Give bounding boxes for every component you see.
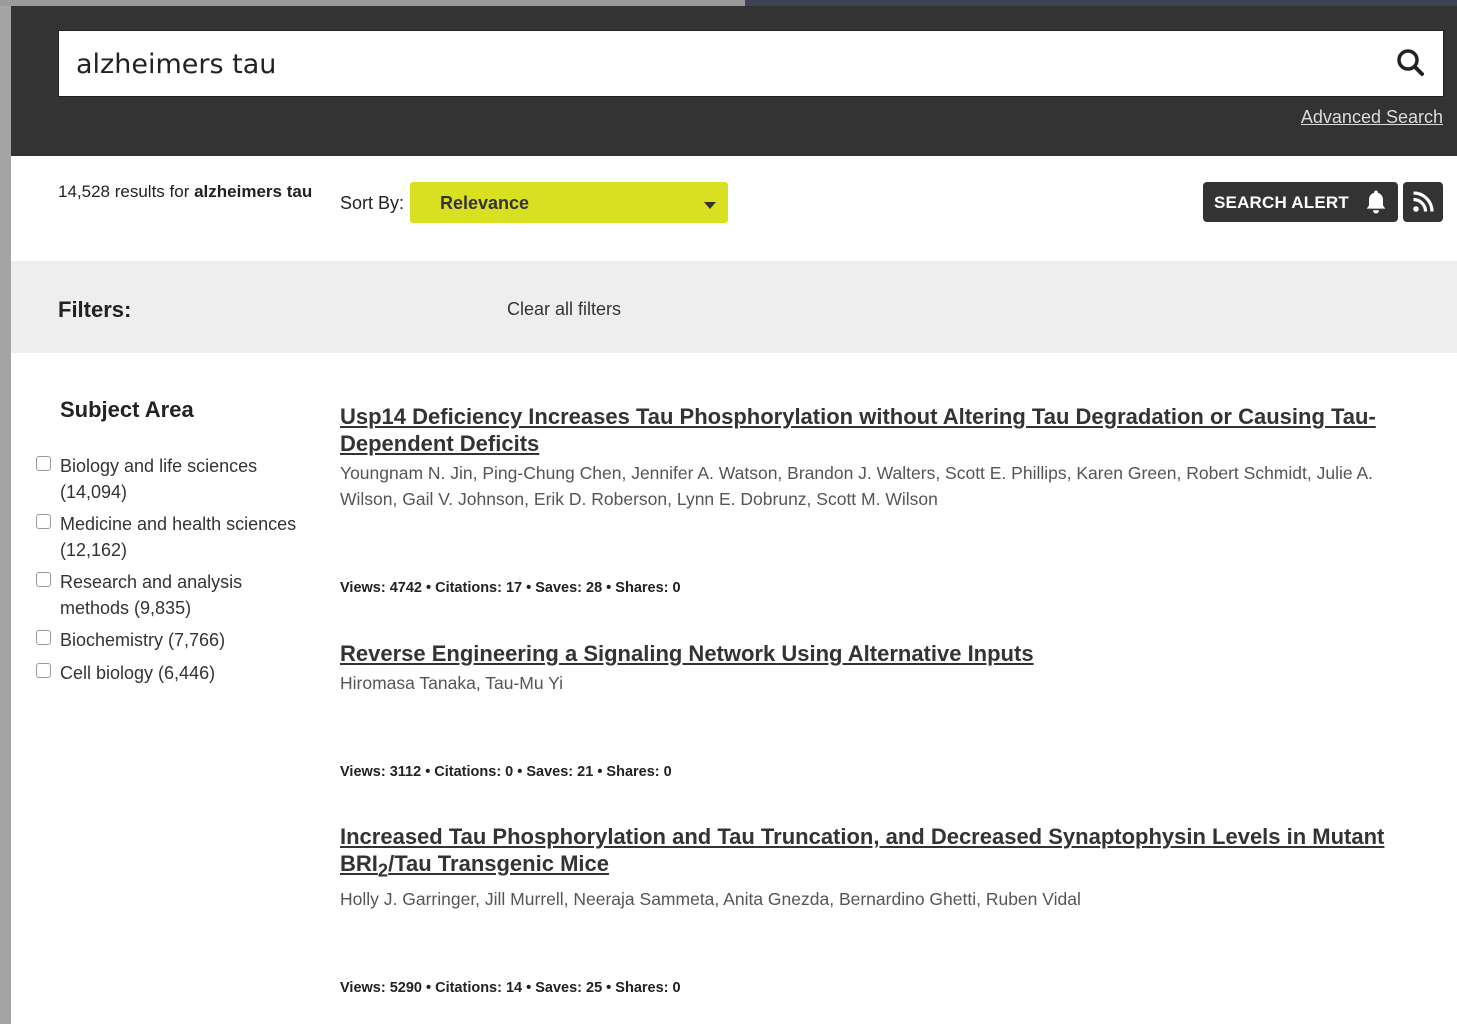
subject-area-sidebar: Subject Area Biology and life sciences (… <box>11 353 321 1024</box>
rss-button[interactable] <box>1403 182 1443 222</box>
search-alert-button[interactable]: SEARCH ALERT <box>1203 182 1398 222</box>
results-count: 14,528 results for alzheimers tau <box>58 182 312 202</box>
facet-checkbox[interactable] <box>36 456 51 471</box>
search-header: Advanced Search <box>11 6 1457 156</box>
facet-checkbox[interactable] <box>36 514 51 529</box>
rss-icon <box>1413 191 1434 212</box>
bell-icon <box>1366 190 1386 214</box>
facet-checkbox[interactable] <box>36 663 51 678</box>
result-stats: Views: 3112 • Citations: 0 • Saves: 21 •… <box>340 764 672 780</box>
result-authors: Youngnam N. Jin, Ping-Chung Chen, Jennif… <box>340 463 1374 509</box>
search-box <box>58 30 1444 97</box>
facet-label: Medicine and health sciences (12,162) <box>60 514 297 560</box>
result-title-link[interactable]: Usp14 Deficiency Increases Tau Phosphory… <box>340 403 1430 457</box>
facet-label: Research and analysis methods (9,835) <box>60 572 243 618</box>
facet-checkbox[interactable] <box>36 572 51 587</box>
result-stats: Views: 5290 • Citations: 14 • Saves: 25 … <box>340 980 681 996</box>
result-title-link[interactable]: Reverse Engineering a Signaling Network … <box>340 640 1430 667</box>
results-count-suffix: results for <box>110 182 195 201</box>
filters-bar: Filters: Clear all filters <box>11 261 1457 353</box>
left-gutter <box>0 6 11 1024</box>
search-input[interactable] <box>76 45 1376 83</box>
result-stats: Views: 4742 • Citations: 17 • Saves: 28 … <box>340 580 681 596</box>
result-title-text-end: /Tau Transgenic Mice <box>388 851 609 876</box>
sort-label: Sort By: <box>340 193 405 213</box>
facet-checkbox[interactable] <box>36 630 51 645</box>
advanced-search-link[interactable]: Advanced Search <box>1301 107 1443 128</box>
result-authors: Hiromasa Tanaka, Tau-Mu Yi <box>340 673 564 693</box>
result-item: Reverse Engineering a Signaling Network … <box>340 640 1430 780</box>
search-results-page: Advanced Search 14,528 results for alzhe… <box>11 6 1457 1024</box>
search-alert-label: SEARCH ALERT <box>1214 193 1349 212</box>
sort-dropdown[interactable]: Relevance <box>410 182 728 223</box>
result-item: Usp14 Deficiency Increases Tau Phosphory… <box>340 403 1430 596</box>
search-button[interactable] <box>1393 45 1429 81</box>
facet-label: Biochemistry (7,766) <box>60 630 226 650</box>
subject-area-title: Subject Area <box>60 397 194 422</box>
filters-label: Filters: <box>58 297 132 322</box>
facet-label: Cell biology (6,446) <box>60 663 216 683</box>
clear-all-filters-link[interactable]: Clear all filters <box>507 299 621 320</box>
results-count-query: alzheimers tau <box>194 182 313 201</box>
results-toolbar: 14,528 results for alzheimers tau Sort B… <box>11 156 1457 261</box>
result-item: Increased Tau Phosphorylation and Tau Tr… <box>340 823 1430 996</box>
sort-selected-value: Relevance <box>440 193 530 213</box>
result-authors: Holly J. Garringer, Jill Murrell, Neeraj… <box>340 889 1081 910</box>
result-title-subscript: 2 <box>377 859 389 881</box>
chevron-down-icon <box>704 202 716 209</box>
facet-label: Biology and life sciences (14,094) <box>60 456 258 502</box>
search-icon <box>1397 49 1424 76</box>
results-count-number: 14,528 <box>58 182 110 201</box>
result-title-link[interactable]: Increased Tau Phosphorylation and Tau Tr… <box>340 823 1430 883</box>
